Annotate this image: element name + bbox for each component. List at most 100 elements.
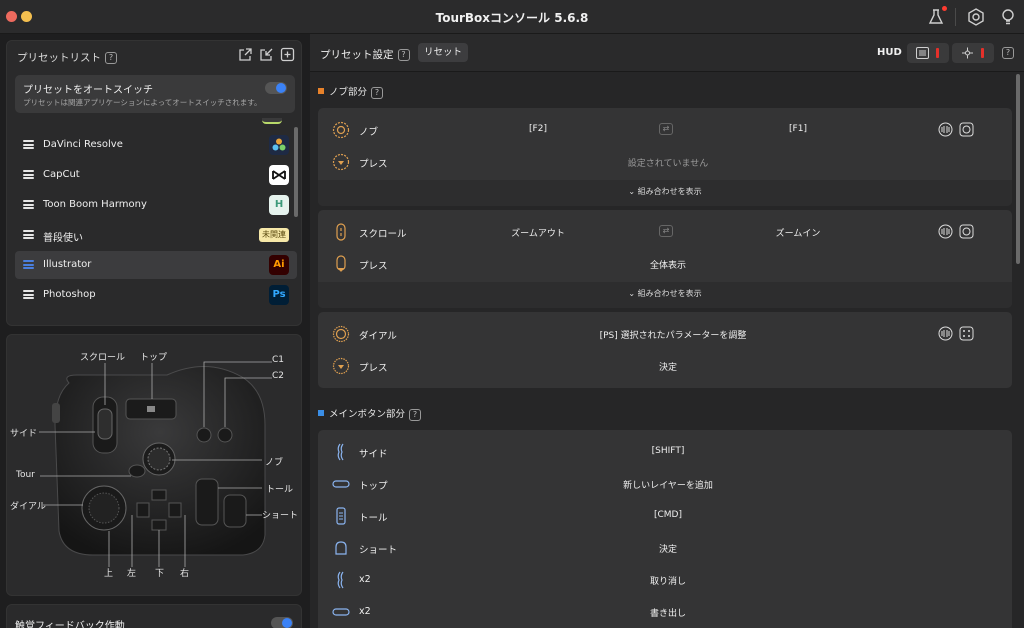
device-label-knob: ノブ — [265, 458, 284, 468]
knob-icon — [332, 121, 350, 139]
main-section-heading: メインボタン部分? — [318, 406, 422, 421]
scroll-right-action[interactable]: ズームイン — [738, 226, 858, 239]
preset-name: Illustrator — [43, 259, 92, 270]
preset-item-default[interactable]: 普段使い 未関連 — [15, 221, 297, 249]
title-bar: TourBoxコンソール 5.6.8 — [0, 0, 1024, 34]
show-combinations-button[interactable]: ⌄ 組み合わせを表示 — [318, 282, 1012, 308]
show-combinations-label: 組み合わせを表示 — [637, 187, 702, 196]
settings-scrollbar[interactable] — [1016, 74, 1020, 264]
haptic-icon[interactable] — [938, 122, 953, 137]
show-combinations-button[interactable]: ⌄ 組み合わせを表示 — [318, 180, 1012, 206]
scroll-label: スクロール — [359, 229, 407, 240]
hud-wheel-button[interactable] — [952, 43, 994, 63]
main-buttons-card: サイド [SHIFT] トップ 新しいレイヤーを追加 トール [CMD] ショー… — [318, 430, 1012, 628]
preset-item-harmony[interactable]: Toon Boom Harmony H — [15, 191, 297, 219]
device-label-scroll: スクロール — [80, 353, 126, 363]
device-label-c2: C2 — [272, 371, 285, 381]
drag-handle-icon[interactable] — [23, 170, 34, 179]
preset-item-davinci[interactable]: DaVinci Resolve — [15, 131, 297, 159]
help-icon[interactable]: ? — [105, 52, 117, 64]
tall-button-icon — [332, 507, 350, 525]
scroll-press-row[interactable]: プレス 全体表示 — [318, 248, 1012, 280]
preset-actions — [238, 47, 295, 62]
button-action[interactable]: 決定 — [518, 542, 818, 555]
help-icon[interactable]: ? — [371, 86, 384, 99]
drag-handle-icon[interactable] — [23, 260, 34, 269]
dial-row[interactable]: ダイアル [PS] 選択されたパラメーターを調整 — [318, 318, 1012, 350]
drag-handle-icon[interactable] — [23, 140, 34, 149]
scroll-left-action[interactable]: ズームアウト — [478, 226, 598, 239]
dots-grid-icon[interactable] — [959, 326, 974, 341]
toolbar-divider — [955, 8, 956, 26]
scroll-press-action[interactable]: 全体表示 — [568, 258, 768, 271]
side-double-row[interactable]: x2 取り消し — [318, 564, 1012, 596]
haptic-feedback-toggle[interactable] — [271, 617, 293, 628]
drag-handle-icon[interactable] — [23, 290, 34, 299]
help-icon[interactable]: ? — [397, 49, 410, 61]
dial-label: ダイアル — [359, 331, 397, 342]
side-button-row[interactable]: サイド [SHIFT] — [318, 436, 1012, 468]
dial-action[interactable]: [PS] 選択されたパラメーターを調整 — [538, 328, 808, 341]
export-icon[interactable] — [238, 47, 253, 62]
top-button-row[interactable]: トップ 新しいレイヤーを追加 — [318, 468, 1012, 500]
drag-handle-icon[interactable] — [23, 200, 34, 209]
section-marker — [318, 88, 324, 94]
hud-list-button[interactable] — [907, 43, 949, 63]
knob-press-icon — [332, 153, 350, 171]
button-action[interactable]: 書き出し — [518, 606, 818, 619]
dial-press-icon — [332, 357, 350, 375]
swap-icon[interactable]: ⇄ — [659, 123, 673, 135]
import-icon[interactable] — [259, 47, 274, 62]
drag-handle-icon[interactable] — [23, 230, 34, 239]
knob-press-action[interactable]: 設定されていません — [568, 156, 768, 169]
scroll-row[interactable]: スクロール ズームアウト ⇄ ズームイン — [318, 216, 1012, 248]
haptic-icon[interactable] — [938, 224, 953, 239]
dial-press-action[interactable]: 決定 — [568, 360, 768, 373]
settings-content: ノブ部分? ノブ [F2] ⇄ [F1] プレス 設定されていません ⌄ 組み合… — [310, 74, 1024, 628]
device-label-right: 右 — [180, 569, 190, 579]
preset-item-capcut[interactable]: CapCut — [15, 161, 297, 189]
auto-switch-toggle[interactable] — [265, 82, 287, 94]
knob-label: ノブ — [359, 127, 379, 138]
button-action[interactable]: [SHIFT] — [518, 446, 818, 456]
short-button-row[interactable]: ショート 決定 — [318, 532, 1012, 564]
help-icon[interactable]: ? — [409, 408, 422, 421]
knob-left-action[interactable]: [F2] — [488, 124, 588, 134]
preset-item-photoshop[interactable]: Photoshop Ps — [15, 281, 297, 309]
button-label: トール — [359, 513, 388, 524]
tall-button-row[interactable]: トール [CMD] — [318, 500, 1012, 532]
preset-list-title: プリセットリスト — [17, 52, 101, 64]
wheel-view-icon — [961, 47, 974, 59]
help-icon[interactable]: ? — [1002, 47, 1014, 59]
preset-list-scrollbar[interactable] — [294, 127, 298, 217]
side-button-icon — [332, 571, 350, 589]
button-action[interactable]: 新しいレイヤーを追加 — [518, 478, 818, 491]
device-label-side: サイド — [10, 429, 38, 439]
dial-press-label: プレス — [359, 363, 388, 374]
settings-icon[interactable] — [966, 7, 986, 27]
button-action[interactable]: 取り消し — [518, 574, 818, 587]
top-double-row[interactable]: x2 書き出し — [318, 596, 1012, 628]
haptic-feedback-label: 触覚フィードバック作動 — [15, 621, 125, 628]
app-icon — [262, 118, 282, 124]
top-button-icon — [332, 475, 350, 493]
target-icon[interactable] — [959, 224, 974, 239]
reset-button[interactable]: リセット — [418, 43, 469, 62]
knob-section-title: ノブ部分 — [329, 87, 368, 98]
button-action[interactable]: [CMD] — [518, 510, 818, 520]
knob-row[interactable]: ノブ [F2] ⇄ [F1] — [318, 114, 1012, 146]
add-preset-icon[interactable] — [280, 47, 295, 62]
dial-press-row[interactable]: プレス 決定 — [318, 350, 1012, 382]
haptic-icon[interactable] — [938, 326, 953, 341]
knob-press-row[interactable]: プレス 設定されていません — [318, 146, 1012, 178]
flask-icon[interactable] — [926, 6, 947, 27]
preset-item-illustrator[interactable]: Illustrator Ai — [15, 251, 297, 279]
swap-icon[interactable]: ⇄ — [659, 225, 673, 237]
target-icon[interactable] — [959, 122, 974, 137]
show-combinations-label: 組み合わせを表示 — [637, 289, 702, 298]
lightbulb-icon[interactable] — [998, 7, 1018, 27]
scroll-press-label: プレス — [359, 261, 388, 272]
dial-icon — [332, 325, 350, 343]
preset-list-panel: プリセットリスト? プリセットをオートスイッチ プリセットは関連アプリケーション… — [6, 40, 302, 326]
knob-right-action[interactable]: [F1] — [748, 124, 848, 134]
